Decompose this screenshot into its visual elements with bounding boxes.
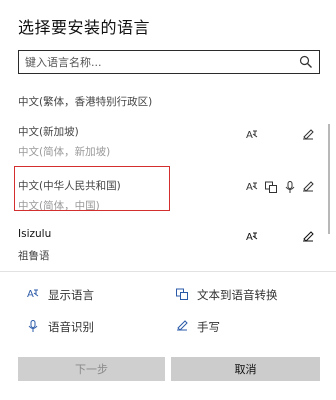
legend-handwriting: 手写 [197,320,220,334]
language-name: 中文(新加坡) [18,126,79,138]
display-language-icon: A [246,232,258,243]
display-language-icon: A [246,182,258,193]
cancel-button[interactable]: 取消 [171,357,320,381]
text-to-speech-icon [265,181,277,193]
language-name: 中文(繁体，香港特别行政区) [18,96,153,108]
microphone-icon [285,181,295,193]
next-button[interactable]: 下一步 [18,357,165,381]
divider [0,271,336,272]
text-to-speech-icon [176,288,188,300]
svg-text:A: A [246,182,253,193]
list-scrollbar[interactable] [328,84,331,270]
search-icon[interactable] [299,55,313,69]
svg-text:A: A [246,130,253,141]
search-box[interactable] [18,50,320,74]
handwriting-icon [177,320,188,331]
legend-display-language: 显示语言 [48,288,94,302]
handwriting-icon [303,129,314,140]
language-subname: 中文(简体，新加坡) [18,146,111,158]
scrollbar-thumb[interactable] [328,124,330,234]
handwriting-icon [303,181,314,192]
legend-speech: 语音识别 [48,320,94,334]
microphone-icon [28,320,38,332]
language-select-dialog: 选择要安装的语言 中文(繁体，香港特别行政区) 中文(新加坡) 中文(简体，新加… [0,0,336,400]
legend-text-to-speech: 文本到语音转换 [197,288,278,302]
display-language-icon: A [27,289,39,300]
svg-text:A: A [27,289,34,300]
language-subname: 祖鲁语 [18,250,50,262]
language-name: Isizulu [18,228,52,240]
handwriting-icon [303,231,314,242]
svg-text:A: A [246,232,253,243]
dialog-title: 选择要安装的语言 [18,18,151,37]
search-input[interactable] [25,53,295,71]
display-language-icon: A [246,130,258,141]
selection-highlight-box [14,166,170,211]
